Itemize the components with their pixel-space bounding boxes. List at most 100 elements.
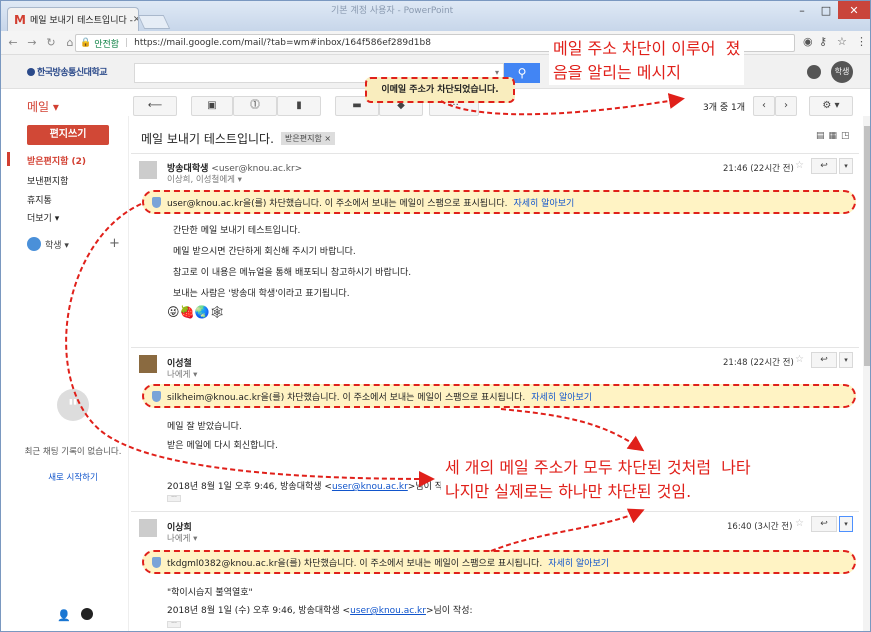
- hangouts-user[interactable]: 학생 ▾: [27, 237, 69, 251]
- message-menu-button[interactable]: ▾: [839, 158, 853, 174]
- print-icon[interactable]: ▦: [829, 131, 842, 141]
- new-window-icon[interactable]: ◳: [841, 131, 854, 141]
- scrollbar[interactable]: [863, 116, 870, 631]
- url-separator: |: [125, 38, 129, 48]
- quoted-prefix: 2018년 8월 1일 (수) 오후 9:46, 방송대학생 <: [167, 606, 351, 616]
- compose-button[interactable]: 편지쓰기: [27, 125, 109, 145]
- search-icon: ⚲: [517, 66, 527, 80]
- sidebar-item-trash[interactable]: 휴지통: [27, 193, 52, 206]
- logo-emblem-icon: [27, 68, 35, 76]
- older-button[interactable]: ›: [775, 96, 797, 116]
- tab-title: 메일 보내기 테스트입니다 -: [29, 16, 133, 26]
- recipients[interactable]: 나에게 ▾: [167, 532, 197, 544]
- quoted-email-link[interactable]: user@knou.ac.kr: [350, 606, 426, 616]
- delete-button[interactable]: ▮: [277, 96, 321, 116]
- account-avatar[interactable]: 학생: [831, 61, 853, 83]
- back-icon[interactable]: ←: [6, 36, 20, 49]
- learn-more-link[interactable]: 자세히 알아보기: [513, 196, 574, 209]
- user-icon: [27, 237, 41, 251]
- thread-actions: ▤▦◳: [816, 131, 854, 141]
- body-line: 보내는 사람은 '방송대 학생'이라고 표기됩니다.: [173, 289, 350, 299]
- hangouts-icon[interactable]: [81, 608, 93, 620]
- inbox-label-chip[interactable]: 받은편지함 ×: [281, 132, 336, 145]
- forward-icon[interactable]: →: [25, 36, 39, 49]
- star-icon[interactable]: ☆: [795, 518, 804, 529]
- blocked-warning: tkdgml0382@knou.ac.kr을(를) 차단했습니다. 이 주소에서…: [142, 550, 856, 574]
- show-trimmed-button[interactable]: ···: [167, 621, 181, 628]
- chat-quote-icon: ": [57, 389, 89, 421]
- reload-icon[interactable]: ↻: [44, 36, 58, 49]
- hangouts-user-label: 학생 ▾: [45, 240, 69, 251]
- shield-icon: [152, 390, 161, 402]
- star-icon[interactable]: ☆: [795, 160, 804, 171]
- message-menu-button[interactable]: ▾: [839, 352, 853, 368]
- maximize-icon[interactable]: □: [814, 1, 838, 19]
- arrow-left-icon: ⟵: [147, 100, 163, 111]
- recipients[interactable]: 이상희, 이성철에게 ▾: [167, 173, 242, 185]
- reply-icon: ↩: [820, 519, 828, 529]
- sidebar-item-inbox[interactable]: 받은편지함 (2): [27, 154, 86, 167]
- eye-icon[interactable]: ◉: [803, 35, 813, 48]
- settings-button[interactable]: ⚙ ▾: [809, 96, 853, 116]
- trash-icon: ▮: [296, 100, 302, 111]
- newer-button[interactable]: ‹: [753, 96, 775, 116]
- bookmark-star-icon[interactable]: ☆: [837, 35, 847, 48]
- contacts-icon[interactable]: 👤: [57, 609, 71, 622]
- title-bar: M 메일 보내기 테스트입니다 - ✕ 기본 계정 사용자 - PowerPoi…: [1, 1, 870, 31]
- university-logo[interactable]: 한국방송통신대학교: [27, 65, 108, 78]
- star-icon[interactable]: ☆: [795, 354, 804, 365]
- sidebar-divider: [128, 116, 129, 631]
- mail-label[interactable]: 메일 ▾: [27, 98, 59, 115]
- quoted-header: 2018년 8월 1일 (수) 오후 9:46, 방송대학생 <user@kno…: [167, 603, 473, 616]
- message-menu-button[interactable]: ▾: [839, 516, 853, 532]
- annotation-top: 메일 주소 차단이 이루어 졌 음을 알리는 메시지: [549, 37, 745, 85]
- reply-button[interactable]: ↩: [811, 352, 837, 368]
- recipients[interactable]: 나에게 ▾: [167, 368, 197, 380]
- add-contact-icon[interactable]: +: [109, 236, 120, 251]
- archive-button[interactable]: ▣: [191, 96, 233, 116]
- quoted-email-link[interactable]: user@knou.ac.kr: [332, 482, 408, 492]
- new-tab-button[interactable]: [137, 15, 171, 29]
- body-line: 간단한 메일 보내기 테스트입니다.: [173, 226, 301, 236]
- folder-icon: ▬: [352, 100, 362, 111]
- sidebar-item-sent[interactable]: 보낸편지함: [27, 174, 68, 187]
- sender-avatar: [139, 519, 157, 537]
- show-trimmed-button[interactable]: ···: [167, 495, 181, 502]
- notifications-icon[interactable]: [807, 65, 821, 79]
- blocked-toast: 이메일 주소가 차단되었습니다.: [365, 77, 515, 103]
- key-icon[interactable]: ⚷: [819, 35, 827, 48]
- sidebar-item-more[interactable]: 더보기 ▾: [27, 211, 59, 224]
- sender-avatar: [139, 355, 157, 373]
- shield-icon: [152, 196, 161, 208]
- learn-more-link[interactable]: 자세히 알아보기: [531, 390, 592, 403]
- chevron-down-icon: ▾: [844, 520, 848, 528]
- gmail-icon: M: [14, 12, 26, 27]
- browser-tab[interactable]: M 메일 보내기 테스트입니다 - ✕: [7, 7, 139, 31]
- close-window-icon[interactable]: ✕: [838, 1, 870, 19]
- email-subject: 메일 보내기 테스트입니다.: [141, 132, 274, 146]
- back-to-inbox-button[interactable]: ⟵: [133, 96, 177, 116]
- quoted-suffix: >님이 작성:: [425, 606, 473, 616]
- quoted-header: 2018년 8월 1일 오후 9:46, 방송대학생 <user@knou.ac…: [167, 479, 454, 492]
- browser-window: M 메일 보내기 테스트입니다 - ✕ 기본 계정 사용자 - PowerPoi…: [0, 0, 871, 632]
- report-spam-button[interactable]: ⓵: [233, 96, 277, 116]
- message-divider: [131, 511, 859, 512]
- minimize-icon[interactable]: –: [790, 1, 814, 19]
- reply-button[interactable]: ↩: [811, 516, 837, 532]
- arrow-warning-2: [500, 408, 645, 452]
- gear-icon: ⚙ ▾: [822, 100, 840, 111]
- warning-text: silkheim@knou.ac.kr을(를) 차단했습니다. 이 주소에서 보…: [167, 392, 526, 403]
- scrollbar-thumb[interactable]: [864, 126, 870, 366]
- shield-icon: [152, 556, 161, 568]
- sender-avatar: [139, 161, 157, 179]
- body-line: 메일 잘 받았습니다.: [167, 422, 242, 432]
- url-text: https://mail.google.com/mail/?tab=wm#inb…: [134, 38, 431, 48]
- start-chat-link[interactable]: 새로 시작하기: [23, 471, 123, 483]
- arrow-warning-3: [490, 508, 645, 552]
- search-options-icon[interactable]: ▾: [495, 68, 499, 77]
- reply-button[interactable]: ↩: [811, 158, 837, 174]
- menu-icon[interactable]: ⋮: [856, 35, 867, 48]
- body-line: 메일 받으시면 간단하게 회신해 주시기 바랍니다.: [173, 247, 356, 257]
- expand-all-icon[interactable]: ▤: [816, 131, 829, 141]
- learn-more-link[interactable]: 자세히 알아보기: [548, 556, 609, 569]
